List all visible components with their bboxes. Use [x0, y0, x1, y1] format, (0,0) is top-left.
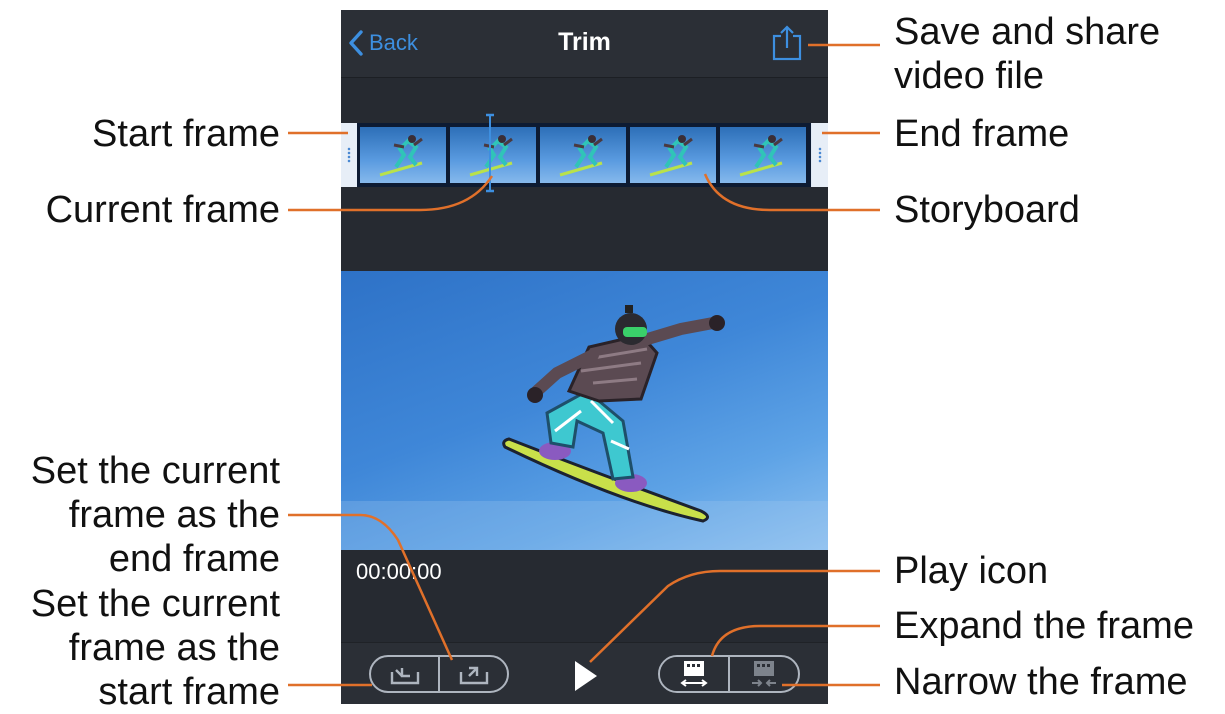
- callout-set-start-line1: Set the current: [30, 583, 280, 625]
- callout-set-end-line2: frame as the: [68, 494, 280, 536]
- callout-set-end: Set the current frame as the end frame: [31, 449, 280, 581]
- callout-expand-frame: Expand the frame: [894, 605, 1194, 647]
- callout-set-start: Set the current frame as the start frame: [31, 582, 280, 714]
- callout-set-start-line3: start frame: [98, 671, 280, 713]
- callout-play-icon: Play icon: [894, 550, 1049, 592]
- callout-save-share: Save and share video file: [894, 10, 1160, 98]
- callout-save-share-line2: video file: [894, 55, 1044, 97]
- callout-set-end-line3: end frame: [108, 538, 280, 580]
- callout-save-share-line1: Save and share: [894, 11, 1161, 53]
- callout-start-frame: Start frame: [92, 113, 280, 155]
- callout-set-start-line2: frame as the: [68, 627, 280, 669]
- callout-storyboard: Storyboard: [894, 189, 1080, 231]
- callout-narrow-frame: Narrow the frame: [894, 661, 1188, 703]
- callout-set-end-line1: Set the current: [30, 450, 280, 492]
- callout-end-frame: End frame: [894, 113, 1070, 155]
- callout-current-frame: Current frame: [45, 189, 280, 231]
